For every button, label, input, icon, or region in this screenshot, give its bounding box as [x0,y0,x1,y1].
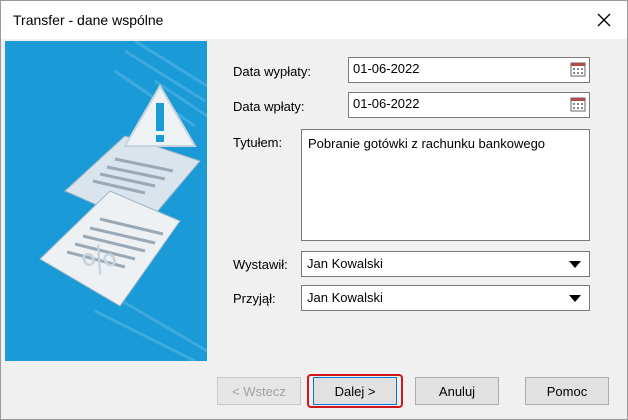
przyjal-select[interactable]: Jan Kowalski [301,285,590,311]
close-button[interactable] [591,7,617,33]
wystawil-label: Wystawił: [233,257,288,272]
calendar-icon[interactable] [570,61,586,77]
wizard-illustration: % [5,41,207,361]
window-title: Transfer - dane wspólne [13,12,164,28]
data-wyplaty-value: 01-06-2022 [353,61,420,76]
wystawil-select[interactable]: Jan Kowalski [301,251,590,277]
przyjal-value: Jan Kowalski [307,290,383,305]
data-wyplaty-label: Data wypłaty: [233,64,312,79]
documents-illustration: % [39,41,207,361]
chevron-down-icon[interactable] [569,295,581,302]
data-wplaty-value: 01-06-2022 [353,96,420,111]
data-wplaty-label: Data wpłaty: [233,99,305,114]
cancel-button[interactable]: Anuluj [415,377,499,405]
close-icon [597,13,611,27]
data-wplaty-field[interactable]: 01-06-2022 [348,92,590,118]
calendar-icon[interactable] [570,96,586,112]
chevron-down-icon[interactable] [569,261,581,268]
tytulem-value: Pobranie gotówki z rachunku bankowego [308,136,546,151]
tytulem-textarea[interactable]: Pobranie gotówki z rachunku bankowego [301,129,590,241]
data-wyplaty-field[interactable]: 01-06-2022 [348,57,590,83]
warning-icon [123,84,197,147]
przyjal-label: Przyjął: [233,291,276,306]
next-button-highlight [307,374,403,408]
back-button[interactable]: < Wstecz [217,377,301,405]
dialog-window: Transfer - dane wspólne % Data wypłaty: … [0,0,628,420]
title-bar: Transfer - dane wspólne [1,1,627,39]
help-button[interactable]: Pomoc [525,377,609,405]
wystawil-value: Jan Kowalski [307,256,383,271]
tytulem-label: Tytułem: [233,135,283,150]
